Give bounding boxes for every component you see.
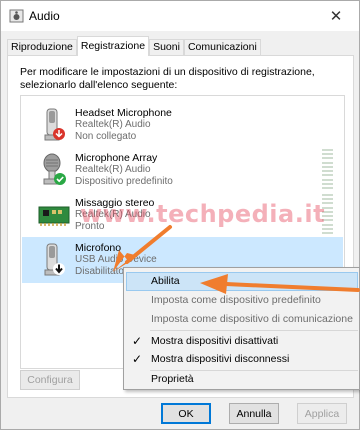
device-status: Pronto bbox=[75, 221, 105, 232]
close-icon: ✕ bbox=[329, 8, 343, 25]
apply-button[interactable]: Applica bbox=[297, 403, 347, 424]
menu-separator bbox=[150, 330, 358, 331]
instruction-text: Per modificare le impostazioni di un dis… bbox=[20, 66, 315, 91]
menu-item-show-disabled[interactable]: ✓ Mostra dispositivi disattivati bbox=[126, 332, 358, 351]
configure-button[interactable]: Configura bbox=[20, 370, 80, 390]
headset-mic-icon bbox=[44, 108, 65, 141]
device-status: Dispositivo predefinito bbox=[75, 176, 173, 187]
tab-strip: Riproduzione Registrazione Suoni Comunic… bbox=[7, 36, 261, 56]
device-status: Non collegato bbox=[75, 131, 137, 142]
menu-item-set-default[interactable]: Imposta come dispositivo predefinito bbox=[126, 291, 358, 310]
device-name: Missaggio stereo bbox=[75, 197, 155, 209]
device-status: Disabilitato bbox=[75, 266, 124, 277]
device-name: Microfono bbox=[75, 242, 122, 254]
device-item-headset-microphone[interactable]: Headset Microphone Realtek(R) Audio Non … bbox=[22, 102, 343, 148]
title-bar: Audio ✕ bbox=[1, 1, 359, 31]
menu-item-set-communication[interactable]: Imposta come dispositivo di comunicazion… bbox=[126, 310, 358, 329]
sound-card-icon bbox=[38, 206, 70, 226]
level-meter bbox=[322, 149, 333, 189]
menu-item-label: Imposta come dispositivo di comunicazion… bbox=[151, 313, 353, 325]
tab-suoni[interactable]: Suoni bbox=[149, 39, 184, 56]
menu-item-label: Mostra dispositivi disattivati bbox=[151, 335, 279, 347]
menu-item-show-disconnected[interactable]: ✓ Mostra dispositivi disconnessi bbox=[126, 350, 358, 369]
menu-item-label: Imposta come dispositivo predefinito bbox=[151, 294, 321, 306]
tab-registrazione[interactable]: Registrazione bbox=[76, 36, 150, 56]
menu-item-label: Mostra dispositivi disconnessi bbox=[151, 353, 290, 365]
device-driver: USB Audio Device bbox=[75, 254, 157, 265]
context-menu: Abilita Imposta come dispositivo predefi… bbox=[123, 267, 360, 390]
level-meter bbox=[322, 194, 333, 234]
device-item-missaggio-stereo[interactable]: Missaggio stereo Realtek(R) Audio Pronto bbox=[22, 192, 343, 238]
cancel-button[interactable]: Annulla bbox=[229, 403, 279, 424]
device-name: Headset Microphone bbox=[75, 107, 172, 119]
menu-item-label: Abilita bbox=[151, 275, 180, 287]
device-driver: Realtek(R) Audio bbox=[75, 164, 151, 175]
checkmark-icon: ✓ bbox=[132, 352, 143, 366]
microphone-array-icon bbox=[43, 153, 66, 185]
tab-riproduzione[interactable]: Riproduzione bbox=[7, 39, 77, 56]
device-driver: Realtek(R) Audio bbox=[75, 209, 151, 220]
menu-item-abilita[interactable]: Abilita bbox=[126, 272, 358, 291]
menu-item-label: Proprietà bbox=[151, 373, 194, 385]
speaker-icon bbox=[9, 9, 24, 23]
window-title: Audio bbox=[29, 9, 60, 23]
device-driver: Realtek(R) Audio bbox=[75, 119, 151, 130]
checkmark-icon: ✓ bbox=[132, 334, 143, 348]
close-button[interactable]: ✕ bbox=[313, 1, 359, 31]
tab-comunicazioni[interactable]: Comunicazioni bbox=[183, 39, 261, 56]
menu-item-properties[interactable]: Proprietà bbox=[126, 370, 358, 389]
microphone-icon bbox=[44, 243, 65, 276]
device-item-microphone-array[interactable]: Microphone Array Realtek(R) Audio Dispos… bbox=[22, 147, 343, 193]
ok-button[interactable]: OK bbox=[161, 403, 211, 424]
device-name: Microphone Array bbox=[75, 152, 158, 164]
